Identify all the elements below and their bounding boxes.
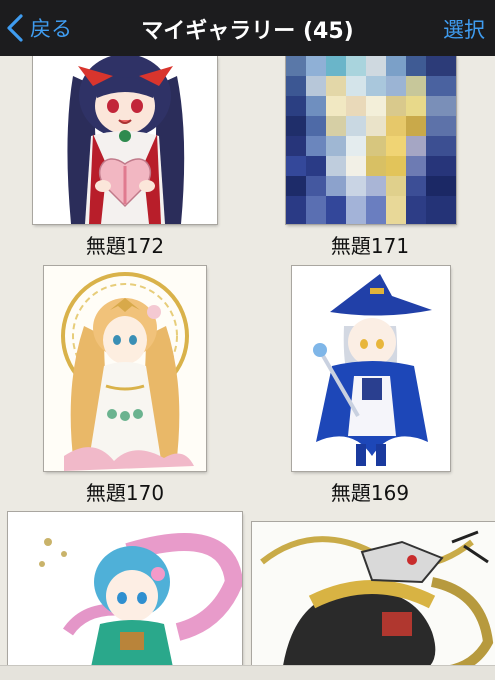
gallery-item[interactable]: 無題172	[30, 56, 230, 261]
gallery-grid: 無題172 無題171 無題170 無題169	[0, 56, 495, 666]
bottom-toolbar	[0, 665, 495, 680]
page-title: マイギャラリー (45)	[141, 19, 354, 44]
gallery-item-caption: 無題170	[85, 481, 165, 505]
artwork-thumbnail	[286, 56, 456, 224]
nav-bar: 戻る マイギャラリー (45) 選択	[0, 0, 495, 56]
gallery-item-caption: 無題171	[330, 234, 410, 258]
artwork-thumbnail	[8, 512, 242, 666]
artwork-thumbnail	[33, 56, 217, 224]
gallery-item[interactable]	[252, 522, 495, 666]
gallery-item[interactable]: 無題171	[270, 56, 470, 261]
select-button[interactable]: 選択	[443, 14, 485, 44]
artwork-thumbnail	[44, 266, 206, 471]
artwork-thumbnail	[292, 266, 450, 471]
artwork-thumbnail	[252, 522, 495, 666]
gallery-item[interactable]	[5, 512, 245, 666]
gallery-item-caption: 無題172	[85, 234, 165, 258]
gallery-item[interactable]: 無題170	[30, 264, 230, 505]
gallery-item-caption: 無題169	[330, 481, 410, 505]
gallery-item[interactable]: 無題169	[270, 264, 470, 505]
